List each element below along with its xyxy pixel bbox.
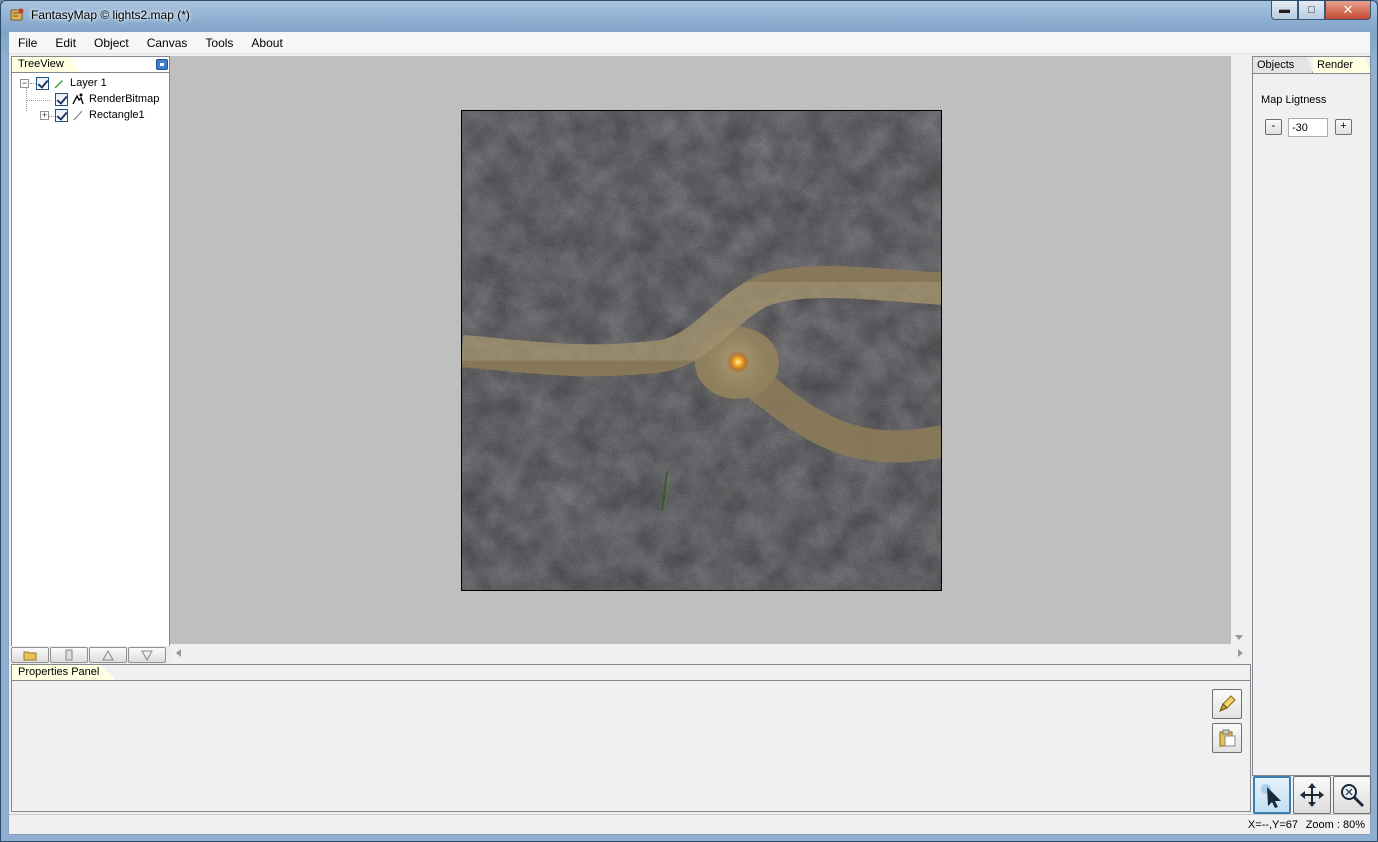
map-canvas[interactable] <box>170 56 1231 644</box>
open-folder-icon <box>23 651 37 661</box>
brush-icon <box>1219 695 1236 712</box>
move-icon <box>1300 783 1324 807</box>
treeview-toolbar <box>11 646 170 664</box>
app-window: FantasyMap © lights2.map (*) ▬ □ ✕ File … <box>0 0 1378 842</box>
app-icon <box>10 8 24 21</box>
window-title: FantasyMap © lights2.map (*) <box>31 8 190 22</box>
render-panel: Objects Render Map Ligtness - + <box>1252 56 1371 776</box>
horizontal-scrollbar[interactable] <box>170 644 1249 662</box>
client-area: File Edit Object Canvas Tools About Tree… <box>8 31 1371 835</box>
rectangle1-checkbox[interactable] <box>55 109 68 122</box>
tab-render[interactable]: Render <box>1313 57 1371 73</box>
tree-node-label: RenderBitmap <box>89 93 160 105</box>
decrease-lightness-button[interactable]: - <box>1265 119 1282 135</box>
scroll-right-icon[interactable] <box>1238 649 1243 657</box>
move-down-button[interactable] <box>128 647 166 663</box>
menu-edit[interactable]: Edit <box>46 32 85 54</box>
status-bar: X=--,Y=67 Zoom : 80% <box>9 814 1370 834</box>
tree-node-label: Layer 1 <box>70 77 107 89</box>
select-arrow-icon <box>1261 784 1281 808</box>
menu-file[interactable]: File <box>9 32 46 54</box>
menu-bar: File Edit Object Canvas Tools About <box>9 32 1370 54</box>
layer1-checkbox[interactable] <box>36 77 49 90</box>
renderbitmap-checkbox[interactable] <box>55 93 68 106</box>
collapse-icon[interactable]: − <box>20 79 29 88</box>
tree-node-renderbitmap[interactable]: RenderBitmap <box>12 91 169 107</box>
tool-palette <box>1253 776 1371 814</box>
menu-canvas[interactable]: Canvas <box>138 32 197 54</box>
tree-node-rectangle1[interactable]: + Rectangle1 <box>12 107 169 123</box>
treeview-panel: TreeView − Layer 1 RenderBitmap + Rectan… <box>11 56 170 664</box>
title-bar[interactable]: FantasyMap © lights2.map (*) ▬ □ ✕ <box>1 1 1377 29</box>
map-image[interactable] <box>461 110 942 591</box>
increase-lightness-button[interactable]: + <box>1335 119 1352 135</box>
map-lightness-label: Map Ligtness <box>1261 94 1327 106</box>
brush-button[interactable] <box>1212 689 1242 719</box>
expand-icon[interactable]: + <box>40 111 49 120</box>
tree: − Layer 1 RenderBitmap + Rectangle1 <box>12 75 169 123</box>
light-source <box>726 350 750 374</box>
menu-about[interactable]: About <box>242 32 291 54</box>
vertical-scrollbar[interactable] <box>1231 56 1249 644</box>
move-up-button[interactable] <box>89 647 127 663</box>
menu-tools[interactable]: Tools <box>196 32 242 54</box>
triangle-up-icon <box>102 649 114 661</box>
render-icon <box>72 93 84 105</box>
pin-icon[interactable] <box>156 59 168 70</box>
clipboard-button[interactable] <box>50 647 88 663</box>
rock-texture-map <box>462 111 941 590</box>
lightness-input[interactable] <box>1288 118 1328 137</box>
close-button[interactable]: ✕ <box>1325 1 1371 20</box>
add-layer-button[interactable] <box>11 647 49 663</box>
tab-objects[interactable]: Objects <box>1253 57 1313 73</box>
line-icon <box>73 110 83 121</box>
zoom-tool-button[interactable] <box>1333 776 1371 814</box>
paste-button[interactable] <box>1212 723 1242 753</box>
pencil-icon <box>55 80 63 88</box>
paste-icon <box>1219 729 1236 747</box>
minimize-button[interactable]: ▬ <box>1271 1 1298 20</box>
tree-node-label: Rectangle1 <box>89 109 145 121</box>
menu-object[interactable]: Object <box>85 32 138 54</box>
scroll-left-icon[interactable] <box>176 649 181 657</box>
tree-node-layer1[interactable]: − Layer 1 <box>12 75 169 91</box>
scroll-down-icon[interactable] <box>1235 635 1243 640</box>
zoom-icon <box>1341 784 1365 808</box>
status-zoom: Zoom : 80% <box>1305 819 1365 831</box>
triangle-down-icon <box>141 650 153 661</box>
maximize-button[interactable]: □ <box>1298 1 1325 20</box>
treeview-tab[interactable]: TreeView <box>12 57 81 73</box>
move-tool-button[interactable] <box>1293 776 1331 814</box>
status-coordinates: X=--,Y=67 <box>1247 819 1298 831</box>
properties-panel: Properties Panel <box>11 664 1251 812</box>
clipboard-icon <box>65 649 73 661</box>
select-tool-button[interactable] <box>1253 776 1291 814</box>
properties-tab[interactable]: Properties Panel <box>12 665 117 681</box>
